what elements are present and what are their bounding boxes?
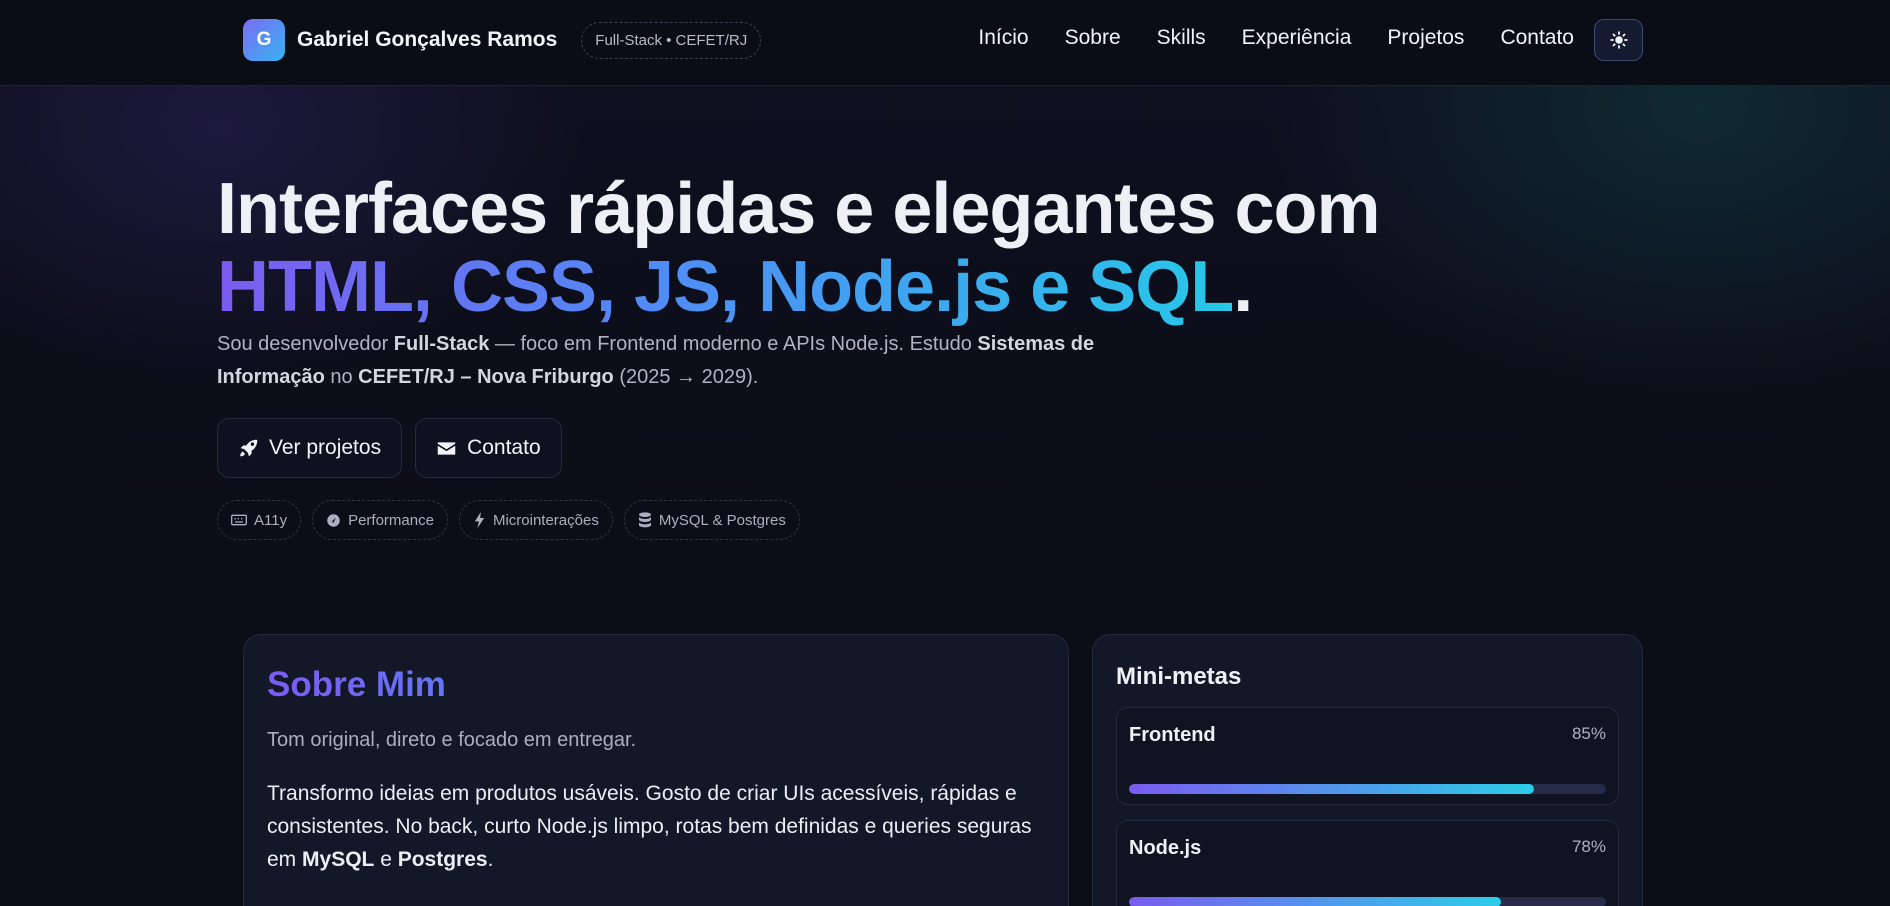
chip-label: Microinterações — [492, 511, 599, 529]
main-nav: Início Sobre Skills Experiência Projetos… — [978, 26, 1574, 50]
goal-item-frontend: Frontend 85% — [1116, 707, 1619, 805]
hero-lead: Sou desenvolvedor Full-Stack — foco em F… — [217, 328, 1177, 394]
nav-item-sobre[interactable]: Sobre — [1065, 26, 1121, 50]
site-header: G Gabriel Gonçalves Ramos Full-Stack • C… — [0, 0, 1890, 86]
about-text: e — [374, 848, 398, 871]
goal-percent: 78% — [1571, 837, 1606, 856]
progress-track — [1129, 897, 1606, 906]
about-tagline: Tom original, direto e focado em entrega… — [267, 729, 637, 751]
contact-button[interactable]: Contato — [415, 418, 562, 478]
about-card: Sobre Mim Tom original, direto e focado … — [243, 634, 1069, 906]
chip-databases: MySQL & Postgres — [623, 500, 800, 540]
about-bold: Postgres — [397, 848, 488, 871]
nav-item-experiencia[interactable]: Experiência — [1242, 26, 1352, 50]
sun-icon — [1609, 31, 1628, 49]
keyboard-icon — [231, 513, 247, 527]
database-icon — [638, 512, 652, 528]
envelope-icon — [436, 438, 457, 459]
lead-text: no — [324, 366, 359, 388]
view-projects-label: Ver projetos — [269, 436, 382, 459]
chip-label: Performance — [348, 511, 434, 529]
about-body: Transformo ideias em produtos usáveis. G… — [267, 777, 1045, 876]
progress-track — [1129, 784, 1606, 794]
brand-name: Gabriel Gonçalves Ramos — [297, 28, 558, 51]
goal-item-nodejs: Node.js 78% — [1116, 820, 1619, 906]
progress-fill — [1129, 784, 1535, 794]
hero-section: Interfaces rápidas e elegantes com HTML,… — [217, 169, 1381, 540]
lead-bold: Full-Stack — [393, 333, 490, 355]
goal-name: Node.js — [1129, 837, 1202, 859]
progress-fill — [1129, 897, 1502, 906]
bolt-icon — [473, 512, 486, 528]
brand[interactable]: G Gabriel Gonçalves Ramos Full-Stack • C… — [243, 19, 762, 61]
goal-name: Frontend — [1129, 724, 1216, 746]
logo: G — [243, 19, 285, 61]
contact-label: Contato — [467, 436, 541, 459]
chip-a11y: A11y — [217, 500, 302, 540]
goal-percent: 85% — [1571, 724, 1606, 743]
hero-title-tech-stack: HTML, CSS, JS, Node.js e SQL — [217, 247, 1234, 327]
about-title: Sobre Mim — [267, 665, 1045, 705]
lead-bold: CEFET/RJ – Nova Friburgo — [358, 366, 614, 388]
rocket-icon — [238, 438, 259, 459]
gauge-icon — [326, 513, 341, 528]
chip-label: A11y — [254, 511, 288, 529]
nav-item-inicio[interactable]: Início — [978, 26, 1028, 50]
lead-text: Sou desenvolvedor — [217, 333, 394, 355]
hero-title-period: . — [1233, 247, 1253, 327]
lead-text: — foco em Frontend moderno e APIs Node.j… — [489, 333, 978, 355]
chip-label: MySQL & Postgres — [658, 511, 786, 529]
theme-toggle-button[interactable] — [1594, 19, 1643, 61]
nav-item-contato[interactable]: Contato — [1500, 26, 1574, 50]
feature-chips: A11y Performance Microinterações MySQL &… — [217, 500, 1380, 540]
chip-microinteracoes: Microinterações — [458, 500, 613, 540]
view-projects-button[interactable]: Ver projetos — [217, 418, 403, 478]
goals-title: Mini-metas — [1116, 663, 1242, 690]
about-text: . — [487, 848, 494, 871]
nav-item-projetos[interactable]: Projetos — [1387, 26, 1464, 50]
hero-title: Interfaces rápidas e elegantes com HTML,… — [217, 169, 1381, 327]
about-bold: MySQL — [302, 848, 375, 871]
lead-text: (2025 → 2029). — [613, 366, 759, 388]
chip-performance: Performance — [312, 500, 448, 540]
brand-badge: Full-Stack • CEFET/RJ — [581, 21, 762, 59]
nav-item-skills[interactable]: Skills — [1157, 26, 1206, 50]
goals-card: Mini-metas Frontend 85% Node.js 78% — [1092, 634, 1643, 906]
hero-actions: Ver projetos Contato — [217, 418, 1380, 478]
hero-title-line1: Interfaces rápidas e elegantes com — [217, 169, 1381, 249]
